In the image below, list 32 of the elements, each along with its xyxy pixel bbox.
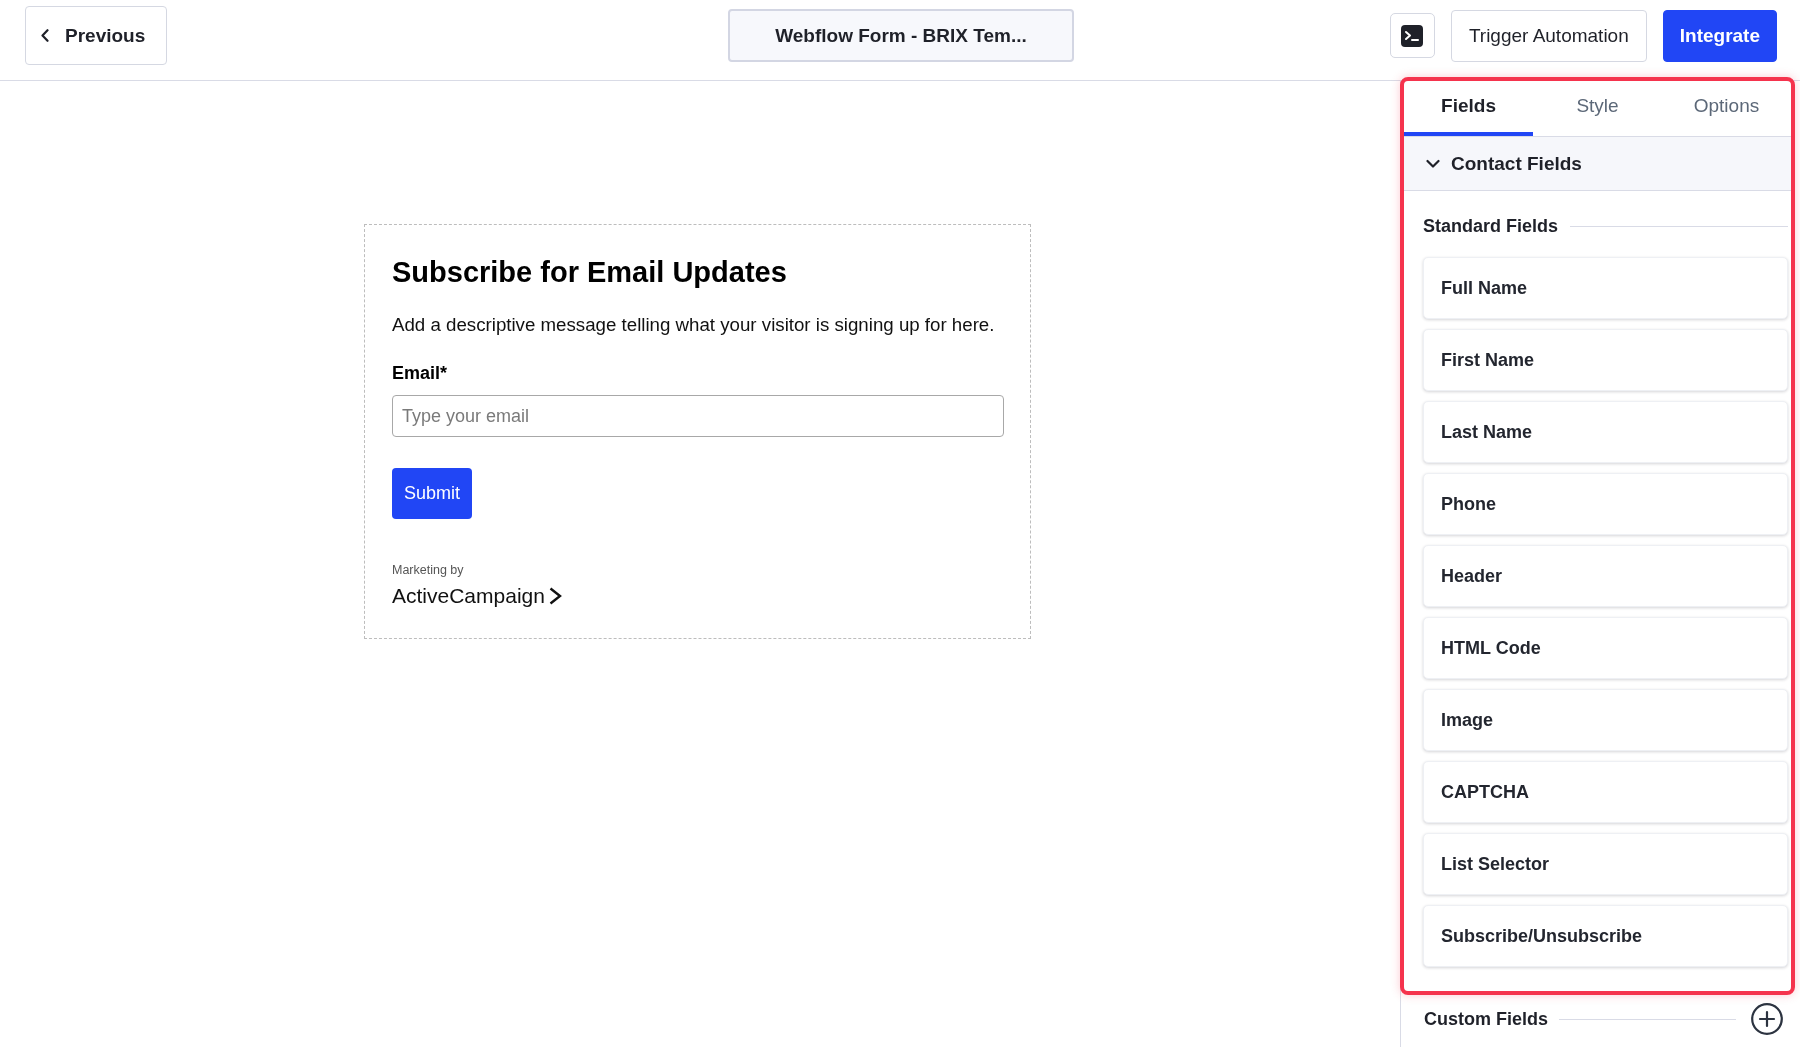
form-description: Add a descriptive message telling what your visitor is signing up for here. bbox=[392, 313, 995, 337]
field-item[interactable]: Header bbox=[1423, 545, 1788, 607]
field-item[interactable]: Last Name bbox=[1423, 401, 1788, 463]
integrate-button[interactable]: Integrate bbox=[1662, 9, 1777, 62]
submit-button[interactable]: Submit bbox=[392, 468, 473, 519]
form-name-field[interactable]: Webflow Form - BRIX Tem... bbox=[728, 9, 1074, 62]
plus-circle-icon[interactable] bbox=[1751, 1003, 1783, 1035]
terminal-button[interactable] bbox=[1389, 13, 1435, 58]
chevron-right-icon bbox=[548, 587, 562, 605]
field-item[interactable]: Subscribe/Unsubscribe bbox=[1423, 905, 1788, 967]
field-item[interactable]: List Selector bbox=[1423, 833, 1788, 895]
field-item[interactable]: Image bbox=[1423, 689, 1788, 751]
email-input[interactable]: Type your email bbox=[392, 395, 1004, 437]
field-item[interactable]: CAPTCHA bbox=[1423, 761, 1788, 823]
group-heading: Custom Fields bbox=[1424, 1008, 1548, 1030]
accordion-header[interactable]: Contact Fields bbox=[1404, 137, 1791, 191]
previous-button[interactable]: Previous bbox=[25, 6, 167, 65]
field-label: Email* bbox=[392, 362, 448, 384]
tab[interactable]: Fields bbox=[1404, 81, 1533, 136]
branding-caption: Marketing by bbox=[392, 562, 464, 578]
field-item[interactable]: HTML Code bbox=[1423, 617, 1788, 679]
chevron-left-icon bbox=[41, 29, 49, 42]
tab[interactable]: Options bbox=[1662, 81, 1791, 136]
group-heading: Standard Fields bbox=[1423, 215, 1559, 237]
form-heading: Subscribe for Email Updates bbox=[392, 255, 787, 290]
trigger-automation-button[interactable]: Trigger Automation bbox=[1450, 9, 1647, 62]
field-item[interactable]: Phone bbox=[1423, 473, 1788, 535]
tab[interactable]: Style bbox=[1533, 81, 1662, 136]
brand-name: ActiveCampaign bbox=[392, 583, 545, 609]
field-item[interactable]: Full Name bbox=[1423, 257, 1788, 319]
terminal-icon bbox=[1401, 24, 1424, 47]
field-item[interactable]: First Name bbox=[1423, 329, 1788, 391]
